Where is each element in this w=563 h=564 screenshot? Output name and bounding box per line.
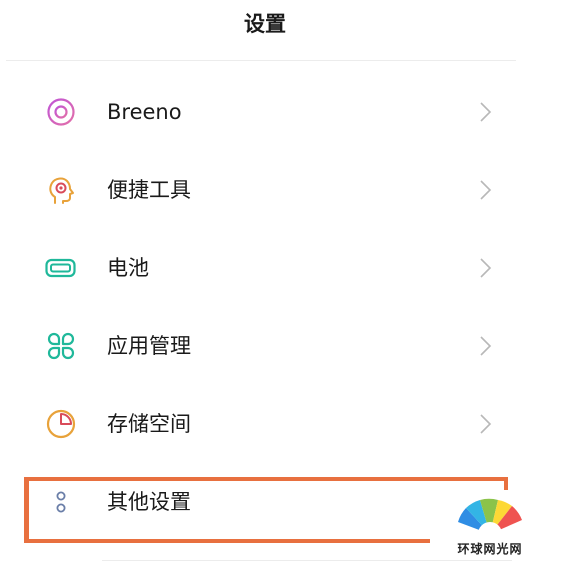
rainbow-logo-icon — [458, 498, 522, 542]
chevron-right-icon — [480, 336, 492, 356]
menu-item-label: 应用管理 — [107, 334, 191, 358]
menu-item-breeno[interactable]: Breeno — [0, 82, 520, 142]
menu-item-storage[interactable]: 存储空间 — [0, 394, 520, 454]
app-management-icon — [44, 316, 78, 376]
breeno-icon — [44, 82, 78, 142]
chevron-right-icon — [480, 180, 492, 200]
other-settings-icon — [44, 472, 78, 532]
watermark-logo: 环球网光网 — [430, 490, 550, 560]
page-title: 设置 — [244, 12, 286, 36]
watermark-text: 环球网光网 — [457, 542, 523, 556]
menu-item-label: 存储空间 — [107, 412, 191, 436]
header-divider — [6, 60, 516, 61]
chevron-right-icon — [480, 102, 492, 122]
menu-item-label: 其他设置 — [107, 490, 191, 514]
battery-icon — [44, 238, 78, 298]
storage-icon — [44, 394, 78, 454]
menu-item-label: 便捷工具 — [107, 178, 191, 202]
menu-item-convenience-tools[interactable]: 便捷工具 — [0, 160, 520, 220]
settings-screen: 设置 Breeno 便捷工具 电池 应用管理 存储空间 其他设置 环球网光网 — [0, 0, 563, 564]
chevron-right-icon — [480, 258, 492, 278]
list-divider — [102, 560, 512, 561]
menu-item-label: 电池 — [107, 256, 149, 280]
menu-item-app-management[interactable]: 应用管理 — [0, 316, 520, 376]
chevron-right-icon — [480, 414, 492, 434]
menu-item-battery[interactable]: 电池 — [0, 238, 520, 298]
menu-item-label: Breeno — [107, 100, 182, 124]
convenience-tools-icon — [44, 160, 78, 220]
